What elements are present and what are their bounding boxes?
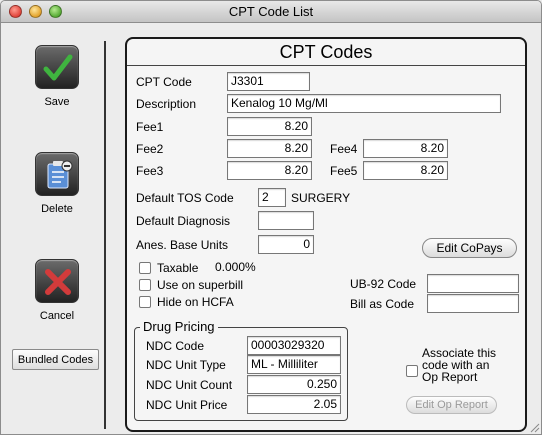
- cancel-label: Cancel: [39, 310, 75, 322]
- panel-title: CPT Codes: [127, 39, 525, 66]
- delete-button[interactable]: [35, 152, 79, 196]
- use-on-superbill-label: Use on superbill: [157, 278, 244, 292]
- fee4-field[interactable]: 8.20: [363, 139, 448, 158]
- ndc-unit-type-label: NDC Unit Type: [146, 358, 226, 372]
- fee5-label: Fee5: [330, 164, 358, 178]
- hide-on-hcfa-label: Hide on HCFA: [157, 295, 234, 309]
- default-diagnosis-field[interactable]: [258, 211, 314, 230]
- window: CPT Code List Save Delete Cancel Bundled…: [0, 0, 542, 435]
- delete-label: Delete: [41, 203, 73, 215]
- ndc-unit-price-label: NDC Unit Price: [146, 398, 228, 412]
- bill-as-code-label: Bill as Code: [350, 297, 415, 311]
- fee3-label: Fee3: [136, 164, 164, 178]
- fee4-label: Fee4: [330, 142, 358, 156]
- cpt-code-label: CPT Code: [136, 75, 192, 89]
- taxable-label: Taxable: [157, 261, 199, 275]
- ndc-unit-type-field[interactable]: ML - Milliliter: [247, 355, 341, 374]
- anes-base-units-label: Anes. Base Units: [136, 238, 229, 252]
- anes-base-units-field[interactable]: 0: [258, 235, 314, 254]
- taxable-checkbox[interactable]: [139, 262, 151, 274]
- fee1-label: Fee1: [136, 120, 164, 134]
- title-bar[interactable]: CPT Code List: [1, 1, 541, 23]
- ndc-code-label: NDC Code: [146, 339, 205, 353]
- resize-grip-icon[interactable]: [528, 421, 540, 433]
- save-button[interactable]: [35, 45, 79, 89]
- x-icon: [45, 269, 71, 295]
- fee2-label: Fee2: [136, 142, 164, 156]
- tax-rate: 0.000%: [215, 260, 256, 274]
- associate-op-report-label: Associate this code with an Op Report: [422, 347, 496, 383]
- bill-as-code-field[interactable]: [427, 294, 519, 313]
- fee1-field[interactable]: 8.20: [227, 117, 312, 136]
- tos-code-field[interactable]: 2: [258, 188, 286, 207]
- ndc-code-field[interactable]: 00003029320: [247, 336, 341, 355]
- use-on-superbill-checkbox[interactable]: [139, 279, 151, 291]
- ndc-unit-count-label: NDC Unit Count: [146, 378, 233, 392]
- window-title: CPT Code List: [228, 4, 314, 19]
- ndc-unit-price-field[interactable]: 2.05: [247, 395, 341, 414]
- edit-copays-button[interactable]: Edit CoPays: [422, 238, 517, 258]
- minimize-window-button[interactable]: [29, 5, 42, 18]
- close-window-button[interactable]: [9, 5, 22, 18]
- default-diagnosis-label: Default Diagnosis: [136, 214, 231, 228]
- fee5-field[interactable]: 8.20: [363, 161, 448, 180]
- checkmark-icon: [43, 54, 73, 81]
- tos-code-label: Default TOS Code: [136, 191, 234, 205]
- associate-op-report-checkbox[interactable]: [406, 365, 418, 377]
- zoom-window-button[interactable]: [49, 5, 62, 18]
- associate-line-3: Op Report: [422, 370, 478, 384]
- cpt-code-field[interactable]: J3301: [227, 72, 310, 91]
- ub92-code-label: UB-92 Code: [350, 277, 417, 291]
- edit-op-report-button[interactable]: Edit Op Report: [406, 396, 497, 414]
- divider: [104, 41, 106, 429]
- fee3-field[interactable]: 8.20: [227, 161, 312, 180]
- hide-on-hcfa-checkbox[interactable]: [139, 296, 151, 308]
- ub92-code-field[interactable]: [427, 274, 519, 293]
- fee2-field[interactable]: 8.20: [227, 139, 312, 158]
- description-field[interactable]: Kenalog 10 Mg/Ml: [227, 94, 501, 113]
- cancel-button[interactable]: [35, 259, 79, 303]
- drug-pricing-title: Drug Pricing: [140, 319, 218, 334]
- ndc-unit-count-field[interactable]: 0.250: [247, 375, 341, 394]
- description-label: Description: [136, 97, 197, 111]
- tos-name: SURGERY: [291, 191, 351, 205]
- clipboard-icon: [47, 160, 73, 189]
- bundled-codes-button[interactable]: Bundled Codes: [12, 349, 99, 370]
- save-label: Save: [44, 96, 70, 108]
